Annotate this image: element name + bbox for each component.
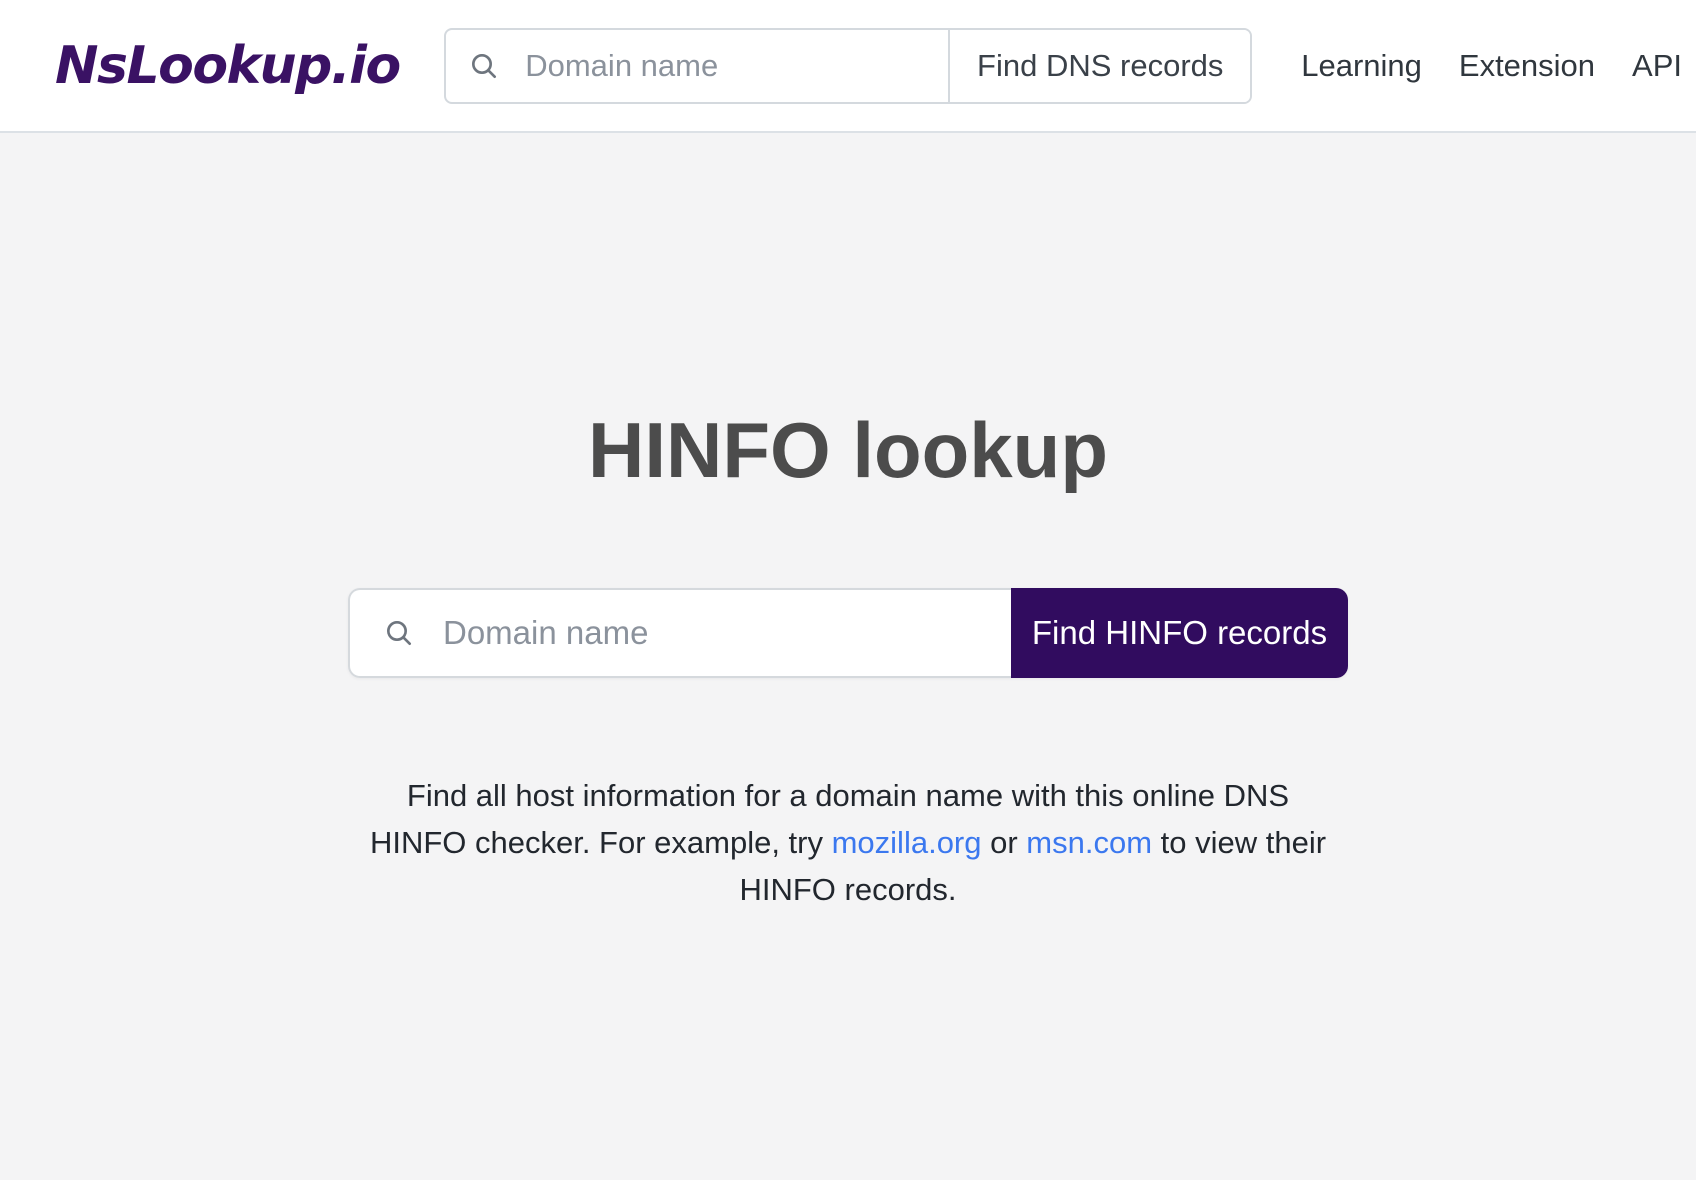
header-nav: Learning Extension API — [1301, 48, 1682, 84]
msn-com-link[interactable]: msn.com — [1026, 825, 1152, 860]
find-hinfo-records-button[interactable]: Find HINFO records — [1011, 588, 1348, 678]
search-icon — [468, 50, 500, 82]
hinfo-domain-input[interactable] — [443, 614, 1011, 652]
brand-logo[interactable]: NsLookup.io — [55, 36, 400, 96]
description-line2-mid: or — [982, 825, 1027, 860]
search-icon — [383, 617, 415, 649]
header-domain-input[interactable] — [525, 48, 948, 84]
page-description: Find all host information for a domain n… — [348, 772, 1348, 913]
main-content: HINFO lookup Find HINFO records Find all… — [0, 133, 1696, 1178]
hinfo-search-input-wrap — [348, 588, 1011, 678]
header-search-input-wrap — [446, 30, 948, 102]
nav-link-extension[interactable]: Extension — [1459, 48, 1595, 84]
description-line2-pre: HINFO checker. For example, try — [370, 825, 832, 860]
nav-link-learning[interactable]: Learning — [1301, 48, 1422, 84]
header: NsLookup.io Find DNS records Learning Ex… — [0, 0, 1696, 133]
mozilla-org-link[interactable]: mozilla.org — [832, 825, 982, 860]
description-line2-post: to view their — [1152, 825, 1326, 860]
description-line3: HINFO records. — [739, 872, 956, 907]
hinfo-search-form: Find HINFO records — [348, 588, 1348, 678]
description-line1: Find all host information for a domain n… — [407, 778, 1289, 813]
find-dns-records-button[interactable]: Find DNS records — [948, 30, 1250, 102]
nav-link-api[interactable]: API — [1632, 48, 1682, 84]
header-search-form: Find DNS records — [444, 28, 1252, 104]
page-title: HINFO lookup — [348, 133, 1348, 496]
